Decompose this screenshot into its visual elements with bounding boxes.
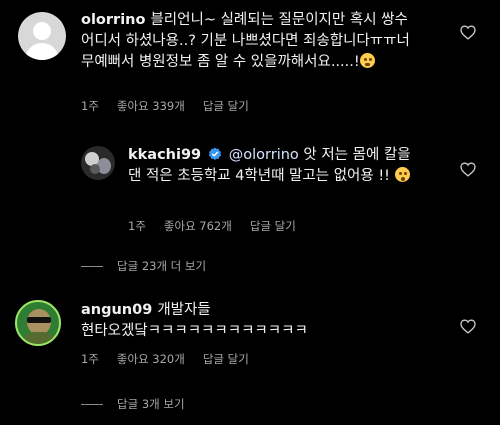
person-sunglasses-avatar-icon[interactable] (15, 300, 61, 346)
comment-text: olorrino 블리언니~ 실례되는 질문이지만 혹시 쌍수어디서 하셨나용..… (81, 10, 416, 73)
reply-button[interactable]: 답글 달기 (250, 219, 296, 233)
likes-count[interactable]: 좋아요 339개 (117, 99, 185, 113)
reply-text: kkachi99 @olorrino 앗 저는 몸에 칼을 댄 적은 초등학교 … (128, 145, 428, 187)
comment-angun09: angun09 개발자들 현타오겠닼ㅋㅋㅋㅋㅋㅋㅋㅋㅋㅋㅋㅋ 1주 좋아요 320개… (0, 292, 500, 382)
comment-time: 1주 (81, 352, 99, 366)
heart-icon[interactable] (460, 319, 476, 334)
username[interactable]: kkachi99 (128, 147, 201, 163)
username[interactable]: angun09 (81, 302, 152, 318)
reply-time: 1주 (128, 219, 146, 233)
view-more-replies-button[interactable]: 답글 23개 더 보기 (81, 258, 206, 274)
divider-line (81, 404, 103, 405)
mention-link[interactable]: @olorrino (229, 147, 299, 163)
heart-icon[interactable] (460, 25, 476, 40)
reply-button[interactable]: 답글 달기 (203, 99, 249, 113)
verified-badge-icon (209, 147, 222, 161)
reply-kkachi99: kkachi99 @olorrino 앗 저는 몸에 칼을 댄 적은 초등학교 … (0, 135, 500, 245)
comment-meta: 1주 좋아요 339개 답글 달기 (81, 98, 267, 114)
surprised-face-emoji (394, 167, 410, 182)
comment-olorrino: olorrino 블리언니~ 실례되는 질문이지만 혹시 쌍수어디서 하셨나용..… (0, 0, 500, 125)
heart-icon[interactable] (460, 162, 476, 177)
comment-meta: 1주 좋아요 320개 답글 달기 (81, 351, 267, 367)
comment-body-line2: 현타오겠닼ㅋㅋㅋㅋㅋㅋㅋㅋㅋㅋㅋㅋ (81, 323, 308, 339)
view-more-replies-label: 답글 23개 더 보기 (117, 259, 207, 273)
view-replies-button[interactable]: 답글 3개 보기 (81, 396, 185, 412)
username[interactable]: olorrino (81, 12, 145, 28)
reply-button[interactable]: 답글 달기 (203, 352, 249, 366)
likes-count[interactable]: 좋아요 762개 (164, 219, 232, 233)
likes-count[interactable]: 좋아요 320개 (117, 352, 185, 366)
view-replies-label: 답글 3개 보기 (117, 397, 185, 411)
comment-text: angun09 개발자들 현타오겠닼ㅋㅋㅋㅋㅋㅋㅋㅋㅋㅋㅋㅋ (81, 300, 421, 342)
comment-body-line1: 개발자들 (157, 302, 211, 318)
cat-avatar-icon[interactable] (81, 146, 115, 180)
reply-meta: 1주 좋아요 762개 답글 달기 (128, 218, 314, 234)
default-profile-icon[interactable] (18, 12, 66, 60)
comment-time: 1주 (81, 99, 99, 113)
worried-face-emoji (359, 53, 375, 68)
divider-line (81, 266, 103, 267)
